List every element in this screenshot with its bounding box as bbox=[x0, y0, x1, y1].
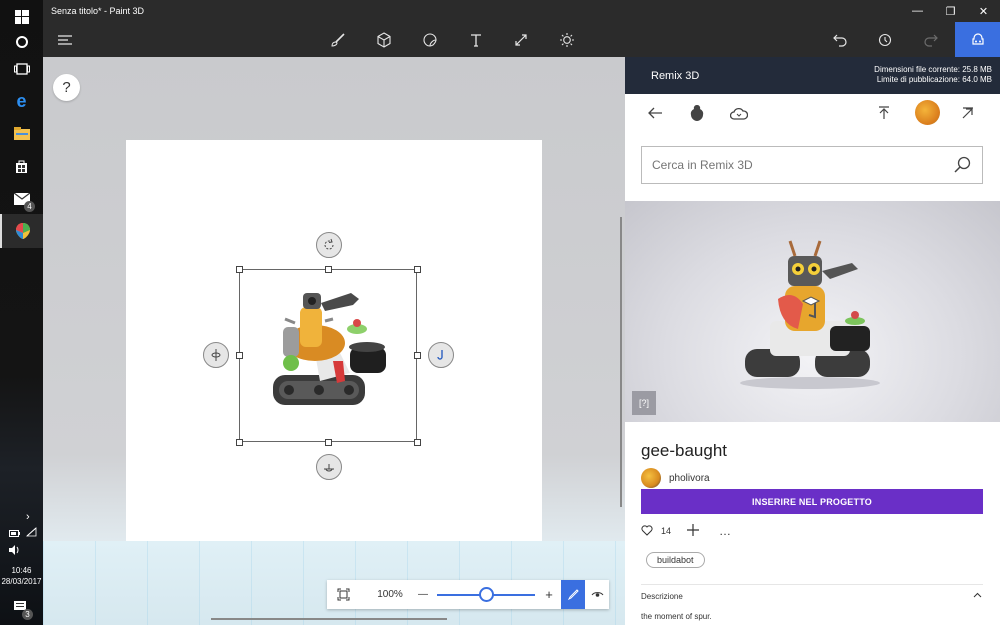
sticker-icon[interactable] bbox=[414, 22, 446, 57]
description-label: Descrizione bbox=[641, 592, 683, 601]
task-view-icon[interactable] bbox=[0, 52, 43, 86]
chevron-up-icon[interactable]: › bbox=[26, 511, 30, 523]
author[interactable]: pholivora bbox=[641, 468, 710, 488]
tag-chip[interactable]: buildabot bbox=[646, 552, 705, 568]
back-arrow-icon[interactable] bbox=[644, 102, 666, 124]
resize-handle-bottom[interactable] bbox=[325, 439, 332, 446]
rotate-y-icon[interactable] bbox=[203, 342, 229, 368]
rotate-z-icon[interactable] bbox=[316, 232, 342, 258]
resize-handle-left[interactable] bbox=[236, 352, 243, 359]
robot-preview-image bbox=[740, 240, 880, 389]
more-options-button[interactable]: … bbox=[719, 524, 731, 538]
battery-icon[interactable] bbox=[9, 529, 20, 540]
close-button[interactable]: ✕ bbox=[967, 0, 1000, 22]
main-toolbar bbox=[43, 22, 1000, 57]
community-icon[interactable] bbox=[686, 102, 708, 124]
window-title: Senza titolo* - Paint 3D bbox=[51, 6, 145, 16]
canvas-icon[interactable] bbox=[505, 22, 537, 57]
edge-browser-icon[interactable]: e bbox=[0, 84, 43, 118]
file-size-text: Dimensioni file corrente: 25.8 MB bbox=[874, 65, 992, 74]
cloud-models-icon[interactable] bbox=[728, 102, 750, 124]
remix-search-box[interactable] bbox=[641, 146, 983, 184]
search-icon[interactable] bbox=[954, 156, 972, 174]
title-bar: Senza titolo* - Paint 3D — ❐ ✕ bbox=[43, 0, 1000, 22]
view-icon[interactable] bbox=[585, 580, 609, 609]
divider bbox=[641, 584, 983, 585]
mail-icon[interactable]: 4 bbox=[0, 182, 43, 216]
fit-to-screen-icon[interactable] bbox=[331, 580, 355, 609]
author-avatar[interactable] bbox=[641, 468, 661, 488]
file-size-info: Dimensioni file corrente: 25.8 MB Limite… bbox=[874, 65, 992, 85]
model-preview[interactable]: [?] bbox=[625, 201, 1000, 422]
resize-handle-top-right[interactable] bbox=[414, 266, 421, 273]
model-actions: 14 … bbox=[641, 523, 731, 539]
open-external-icon[interactable] bbox=[957, 102, 979, 124]
remix-search-input[interactable] bbox=[652, 155, 942, 175]
panel-title: Remix 3D bbox=[651, 70, 700, 82]
store-icon[interactable] bbox=[0, 149, 43, 183]
chevron-up-icon[interactable] bbox=[973, 590, 982, 600]
heart-icon[interactable] bbox=[641, 524, 653, 538]
file-explorer-icon[interactable] bbox=[0, 116, 43, 150]
notification-badge: 3 bbox=[22, 609, 33, 620]
paint3d-window: Senza titolo* - Paint 3D — ❐ ✕ ? 100% — … bbox=[43, 0, 1000, 625]
publish-limit-text: Limite di pubblicazione: 64.0 MB bbox=[876, 75, 992, 84]
undo-icon[interactable] bbox=[824, 22, 856, 57]
clock-date: 28/03/2017 bbox=[1, 577, 42, 586]
pen-mode-icon[interactable] bbox=[561, 580, 585, 609]
help-button[interactable]: ? bbox=[53, 74, 80, 101]
remix3d-icon[interactable] bbox=[955, 22, 1000, 57]
mail-badge: 4 bbox=[24, 201, 35, 212]
insert-into-project-button[interactable]: INSERIRE NEL PROGETTO bbox=[641, 489, 983, 514]
horizontal-scrollbar[interactable] bbox=[211, 618, 447, 620]
text-icon[interactable] bbox=[460, 22, 492, 57]
minimize-button[interactable]: — bbox=[901, 0, 934, 22]
3d-cube-icon[interactable] bbox=[368, 22, 400, 57]
clock[interactable]: 10:46 28/03/2017 bbox=[0, 565, 43, 587]
maximize-button[interactable]: ❐ bbox=[934, 0, 967, 22]
resize-handle-bottom-left[interactable] bbox=[236, 439, 243, 446]
history-icon[interactable] bbox=[869, 22, 901, 57]
rotate-x-icon[interactable] bbox=[428, 342, 454, 368]
redo-icon[interactable] bbox=[915, 22, 947, 57]
depth-icon[interactable] bbox=[316, 454, 342, 480]
resize-handle-top-left[interactable] bbox=[236, 266, 243, 273]
canvas-workspace[interactable]: ? 100% — + bbox=[43, 57, 625, 625]
zoom-bar: 100% — + bbox=[327, 580, 609, 609]
brush-icon[interactable] bbox=[322, 22, 354, 57]
like-count: 14 bbox=[661, 526, 672, 536]
author-name[interactable]: pholivora bbox=[669, 473, 710, 484]
hamburger-menu-icon[interactable] bbox=[49, 22, 81, 57]
zoom-out-button[interactable]: — bbox=[413, 580, 433, 609]
paint3d-app-icon[interactable] bbox=[0, 214, 43, 248]
view-3d-icon[interactable]: [?] bbox=[632, 391, 656, 415]
wifi-icon[interactable] bbox=[25, 527, 37, 540]
description-text: the moment of spur. bbox=[641, 612, 712, 621]
upload-icon[interactable] bbox=[873, 102, 895, 124]
panel-nav bbox=[625, 94, 1000, 132]
zoom-value[interactable]: 100% bbox=[367, 580, 413, 609]
remix3d-header: Remix 3D Dimensioni file corrente: 25.8 … bbox=[625, 57, 1000, 94]
clock-time: 10:46 bbox=[11, 566, 32, 575]
add-icon[interactable] bbox=[687, 524, 700, 538]
vertical-scrollbar[interactable] bbox=[620, 217, 622, 507]
user-avatar[interactable] bbox=[915, 100, 940, 125]
remix3d-panel: Remix 3D Dimensioni file corrente: 25.8 … bbox=[625, 57, 1000, 625]
resize-handle-bottom-right[interactable] bbox=[414, 439, 421, 446]
effects-icon[interactable] bbox=[551, 22, 583, 57]
resize-handle-right[interactable] bbox=[414, 352, 421, 359]
zoom-slider-thumb[interactable] bbox=[478, 587, 494, 602]
system-tray: › 10:46 28/03/2017 3 bbox=[0, 505, 43, 625]
windows-taskbar: e 4 › 10:46 28/03/2017 3 bbox=[0, 0, 43, 625]
model-name: gee-baught bbox=[641, 441, 728, 460]
resize-handle-top[interactable] bbox=[325, 266, 332, 273]
zoom-in-button[interactable]: + bbox=[539, 580, 559, 609]
volume-icon[interactable] bbox=[9, 545, 21, 558]
robot-3d-model[interactable] bbox=[255, 283, 405, 423]
